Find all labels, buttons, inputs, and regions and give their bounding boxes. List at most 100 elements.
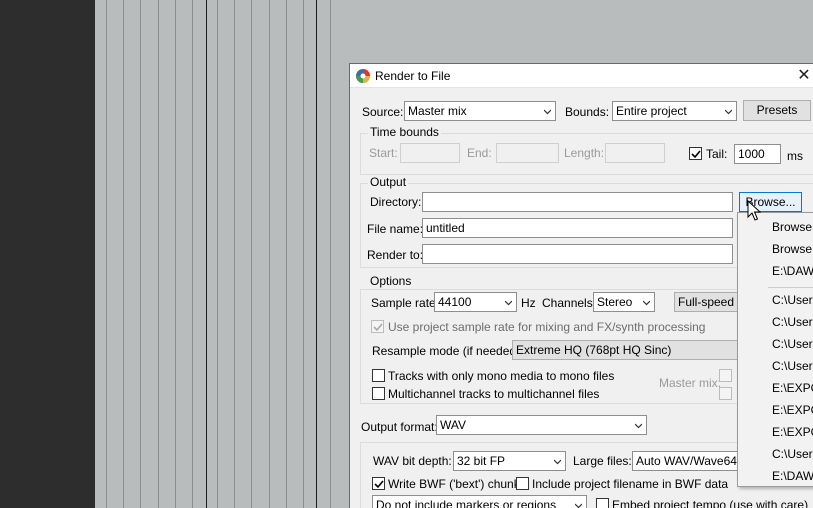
directory-input[interactable] (422, 192, 733, 212)
channels-select[interactable]: Stereo (593, 292, 655, 312)
reaper-icon (356, 69, 370, 83)
embed-tempo-checkbox[interactable] (596, 498, 609, 508)
filename-input[interactable]: untitled (422, 218, 733, 238)
chevron-down-icon (575, 503, 582, 508)
output-format-label: Output format: (361, 420, 438, 434)
presets-button[interactable]: Presets (743, 100, 811, 121)
bwf-checkbox[interactable] (372, 477, 385, 490)
chevron-down-icon (635, 423, 642, 429)
menu-item-recent[interactable]: C:\Users (772, 315, 813, 329)
menu-separator (768, 287, 813, 288)
source-select[interactable]: Master mix (404, 101, 556, 121)
channels-label: Channels: (542, 296, 597, 310)
grid-line (303, 0, 304, 508)
bwf-label: Write BWF ('bext') chunk (388, 477, 520, 491)
tail-input[interactable]: 1000 (734, 144, 781, 164)
bounds-select[interactable]: Entire project (612, 101, 737, 121)
filename-value: untitled (426, 221, 465, 235)
channels-value: Stereo (597, 295, 633, 309)
tail-checkbox[interactable] (689, 147, 702, 160)
grid-line (269, 0, 270, 508)
render-to-field[interactable] (422, 244, 733, 264)
directory-label: Directory: (370, 195, 422, 209)
mono-checkbox[interactable] (372, 369, 385, 382)
large-files-select[interactable]: Auto WAV/Wave64 (632, 451, 752, 471)
sample-rate-label: Sample rate: (371, 296, 440, 310)
grid-line (251, 0, 252, 508)
grid-line (234, 0, 235, 508)
measure-line (316, 0, 317, 508)
close-icon[interactable]: ✕ (794, 66, 813, 86)
chevron-down-icon (544, 109, 551, 115)
markers-value: Do not include markers or regions (376, 498, 557, 508)
filename-label: File name: (367, 222, 424, 236)
menu-item-recent-daw[interactable]: E:\DAW_ (772, 264, 813, 278)
master-mix-checkbox-1[interactable] (719, 369, 732, 382)
mono-label: Tracks with only mono media to mono file… (388, 369, 615, 383)
tail-value: 1000 (738, 147, 765, 161)
render-to-label: Render to: (367, 248, 424, 262)
include-filename-checkbox[interactable] (516, 477, 529, 490)
use-project-rate-label: Use project sample rate for mixing and F… (388, 320, 706, 334)
measure-line (206, 0, 207, 508)
hz-label: Hz (521, 296, 536, 310)
grid-line (192, 0, 193, 508)
include-filename-label: Include project filename in BWF data (532, 477, 729, 491)
grid-line (217, 0, 218, 508)
menu-item-recent[interactable]: C:\Users (772, 293, 813, 307)
bit-depth-label: WAV bit depth: (373, 454, 452, 468)
chevron-down-icon (505, 300, 512, 306)
sample-rate-select[interactable]: 44100 (434, 292, 517, 312)
master-mix-label: Master mix: (659, 376, 722, 390)
source-label: Source: (362, 105, 404, 119)
use-project-rate-checkbox[interactable] (371, 320, 384, 333)
master-mix-checkbox-2[interactable] (719, 387, 732, 400)
check-icon (691, 150, 701, 159)
markers-select[interactable]: Do not include markers or regions (372, 495, 587, 508)
length-field (605, 143, 665, 163)
resample-select[interactable]: Extreme HQ (768pt HQ Sinc) (512, 340, 752, 360)
source-value: Master mix (408, 104, 467, 118)
tail-label: Tail: (706, 147, 728, 161)
end-field (496, 143, 559, 163)
dialog-title: Render to File (375, 69, 451, 83)
grid-line (175, 0, 176, 508)
dialog-titlebar[interactable]: Render to File ✕ (350, 64, 813, 88)
output-format-select[interactable]: WAV (436, 415, 647, 435)
large-files-value: Auto WAV/Wave64 (636, 454, 737, 468)
menu-item-recent[interactable]: C:\Users (772, 359, 813, 373)
length-label: Length: (564, 146, 605, 160)
options-title: Options (368, 274, 414, 288)
embed-tempo-label: Embed project tempo (use with care) (612, 498, 809, 508)
grid-line (106, 0, 107, 508)
bounds-label: Bounds: (565, 105, 610, 119)
output-format-value: WAV (440, 418, 466, 432)
menu-item-recent[interactable]: E:\DAW_ (772, 469, 813, 483)
bounds-value: Entire project (616, 104, 687, 118)
time-bounds-title: Time bounds (368, 125, 441, 139)
menu-item-browse[interactable]: Browse (772, 220, 812, 234)
tail-unit-label: ms (787, 149, 803, 163)
start-label: Start: (369, 146, 398, 160)
menu-item-browse-2[interactable]: Browse (772, 242, 812, 256)
bit-depth-select[interactable]: 32 bit FP (453, 451, 566, 471)
grid-line (123, 0, 124, 508)
resample-value: Extreme HQ (768pt HQ Sinc) (516, 343, 672, 357)
grid-line (158, 0, 159, 508)
multichannel-checkbox[interactable] (372, 387, 385, 400)
chevron-down-icon (643, 300, 650, 306)
multichannel-label: Multichannel tracks to multichannel file… (388, 387, 600, 401)
large-files-label: Large files: (573, 454, 632, 468)
grid-line (330, 0, 331, 508)
mouse-cursor-icon (747, 200, 761, 221)
check-icon (373, 323, 383, 332)
chevron-down-icon (554, 459, 561, 465)
menu-item-recent[interactable]: E:\EXPO (772, 403, 813, 417)
menu-item-recent[interactable]: C:\Users (772, 337, 813, 351)
menu-item-recent[interactable]: E:\EXPO (772, 425, 813, 439)
menu-item-recent[interactable]: E:\EXPO (772, 381, 813, 395)
check-icon (374, 480, 384, 489)
start-field (400, 143, 460, 163)
left-panel (0, 0, 95, 508)
menu-item-recent[interactable]: C:\Users (772, 447, 813, 461)
